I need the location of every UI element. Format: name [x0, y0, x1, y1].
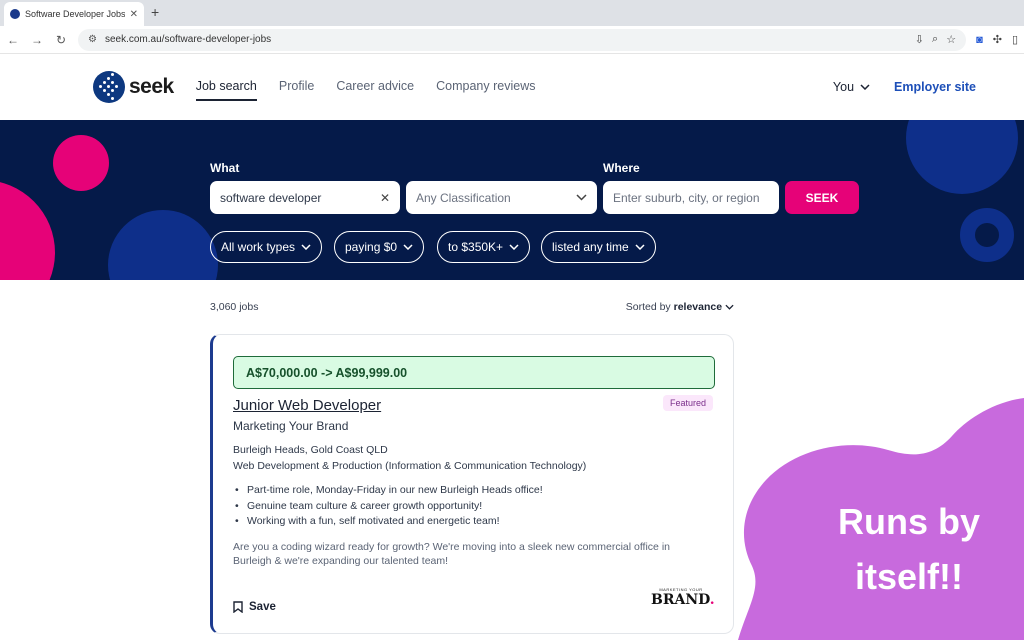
site-settings-icon[interactable]: ⚙: [88, 34, 97, 45]
seek-logo-icon: [93, 71, 125, 103]
promo-line-1: Runs by: [837, 501, 980, 542]
you-label: You: [832, 80, 855, 94]
extension-icon[interactable]: ◙: [976, 34, 983, 46]
seek-search-button[interactable]: SEEK: [785, 181, 859, 214]
browser-tab-strip: Software Developer Jobs in A ✕ +: [0, 0, 1024, 26]
new-tab-button[interactable]: +: [151, 4, 159, 20]
seek-favicon-icon: [10, 9, 20, 19]
company-logo-big-text: BRAND.: [651, 592, 715, 608]
filter-label: to $350K+: [448, 240, 504, 254]
seek-logo[interactable]: seek: [93, 71, 174, 103]
you-menu[interactable]: You: [833, 80, 870, 94]
address-bar[interactable]: ⚙ seek.com.au/software-developer-jobs ⇩ …: [78, 28, 967, 51]
job-highlights: Part-time role, Monday-Friday in our new…: [233, 484, 543, 531]
seek-logo-text: seek: [129, 75, 174, 98]
filter-paying-min[interactable]: paying $0: [334, 231, 425, 263]
filter-listed-time[interactable]: listed any time: [541, 231, 656, 263]
promo-text: Runs by itself!!: [784, 494, 1024, 604]
close-tab-icon[interactable]: ✕: [130, 9, 138, 20]
site-header: seek Job search Profile Career advice Co…: [0, 54, 1024, 120]
filter-work-types[interactable]: All work types: [210, 231, 323, 263]
job-category[interactable]: Web Development & Production (Informatio…: [233, 460, 586, 472]
filter-label: paying $0: [345, 240, 398, 254]
main-nav: Job search Profile Career advice Company…: [195, 73, 535, 101]
sort-prefix: Sorted by: [625, 301, 671, 313]
search-hero: What software developer ✕ Any Classifica…: [0, 120, 1024, 280]
job-description: Are you a coding wizard ready for growth…: [233, 541, 670, 567]
save-button[interactable]: Save: [233, 601, 276, 613]
company-name[interactable]: Marketing Your Brand: [233, 419, 348, 433]
browser-tab-title: Software Developer Jobs in A: [25, 9, 125, 19]
salary-banner: A$70,000.00 -> A$99,999.00: [233, 356, 715, 389]
company-logo: MARKETING YOUR BRAND.: [651, 587, 715, 608]
decor-blue-quarter: [108, 210, 218, 280]
classification-select[interactable]: Any Classification: [406, 181, 597, 214]
chevron-down-icon: [509, 244, 519, 250]
where-label: Where: [603, 161, 640, 175]
what-input-value: software developer: [220, 190, 322, 205]
results-bar: 3,060 jobs Sorted by relevance: [210, 301, 734, 313]
save-label: Save: [249, 601, 276, 613]
reload-icon[interactable]: ↻: [54, 33, 68, 47]
chevron-down-icon: [403, 244, 413, 250]
address-url[interactable]: seek.com.au/software-developer-jobs: [105, 34, 907, 45]
chevron-down-icon: [301, 244, 311, 250]
back-arrow-icon[interactable]: ←: [6, 33, 20, 47]
where-input[interactable]: Enter suburb, city, or region: [603, 181, 779, 214]
zoom-icon[interactable]: ⌕: [932, 33, 938, 46]
promo-line-2: itself!!: [855, 556, 963, 597]
install-icon[interactable]: ⇩: [915, 33, 924, 46]
decor-blue-ring: [960, 208, 1014, 262]
clear-icon[interactable]: ✕: [380, 191, 390, 205]
header-right: You Employer site: [833, 80, 976, 94]
forward-arrow-icon[interactable]: →: [30, 33, 44, 47]
employer-site-link[interactable]: Employer site: [894, 80, 976, 94]
chevron-down-icon: [635, 244, 645, 250]
sort-value: relevance: [673, 301, 723, 313]
list-item: Part-time role, Monday-Friday in our new…: [233, 484, 543, 496]
filter-paying-max[interactable]: to $350K+: [437, 231, 531, 263]
side-panel-icon[interactable]: ▯: [1012, 33, 1018, 46]
job-count: 3,060 jobs: [210, 301, 259, 313]
filter-label: All work types: [221, 240, 296, 254]
job-title-link[interactable]: Junior Web Developer: [233, 397, 381, 414]
decor-blue-half: [906, 120, 1018, 194]
filter-label: listed any time: [552, 240, 629, 254]
list-item: Working with a fun, self motivated and e…: [233, 515, 543, 527]
what-label: What: [210, 161, 240, 175]
chevron-down-icon: [860, 84, 870, 90]
job-location[interactable]: Burleigh Heads, Gold Coast QLD: [233, 444, 388, 456]
where-placeholder: Enter suburb, city, or region: [613, 190, 760, 205]
bookmark-icon: [233, 601, 243, 613]
what-input[interactable]: software developer ✕: [210, 181, 400, 214]
classification-placeholder: Any Classification: [416, 190, 511, 205]
bookmark-star-icon[interactable]: ☆: [946, 33, 956, 46]
featured-badge: Featured: [662, 395, 713, 411]
decor-pink-circle-small: [53, 135, 109, 191]
extensions-puzzle-icon[interactable]: ✣: [993, 33, 1002, 46]
nav-profile[interactable]: Profile: [279, 73, 314, 101]
browser-tab[interactable]: Software Developer Jobs in A ✕: [4, 2, 144, 26]
decor-pink-circle-large: [0, 180, 55, 280]
sort-control[interactable]: Sorted by relevance: [626, 301, 734, 313]
nav-job-search[interactable]: Job search: [195, 73, 257, 101]
nav-career-advice[interactable]: Career advice: [336, 73, 414, 101]
chevron-down-icon: [576, 194, 587, 201]
list-item: Genuine team culture & career growth opp…: [233, 500, 543, 512]
browser-toolbar: ← → ↻ ⚙ seek.com.au/software-developer-j…: [0, 26, 1024, 54]
chevron-down-icon: [725, 304, 734, 310]
job-card[interactable]: A$70,000.00 -> A$99,999.00 Featured Juni…: [210, 334, 734, 634]
nav-company-reviews[interactable]: Company reviews: [436, 73, 535, 101]
